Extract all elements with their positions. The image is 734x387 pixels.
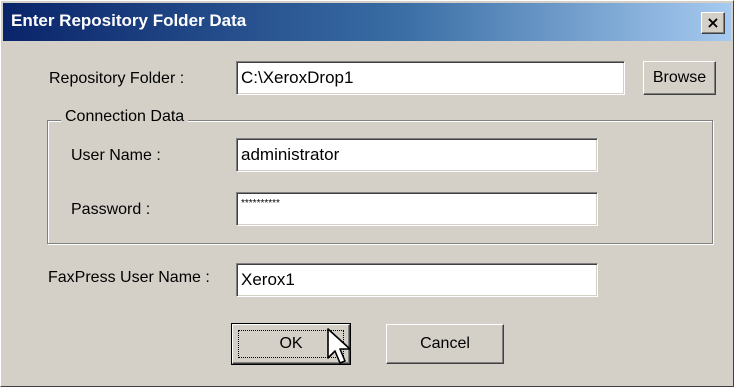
password-label: Password : [71,201,151,218]
faxpress-user-name-input[interactable]: Xerox1 [236,263,598,297]
browse-button-label: Browse [652,69,707,86]
faxpress-user-name-label: FaxPress User Name : [48,269,210,286]
repository-folder-input[interactable]: C:\XeroxDrop1 [236,61,625,95]
repository-folder-label: Repository Folder : [49,70,185,87]
ok-button-label: OK [279,335,303,352]
close-icon: × [706,13,720,32]
cancel-button[interactable]: Cancel [386,324,504,364]
repository-folder-dialog: Enter Repository Folder Data × Repositor… [0,0,734,387]
close-button[interactable]: × [701,12,725,34]
user-name-input[interactable]: administrator [236,138,598,172]
title-bar[interactable]: Enter Repository Folder Data × [3,3,731,41]
password-input[interactable]: ********** [236,192,598,226]
window-title: Enter Repository Folder Data [11,11,247,30]
cancel-button-label: Cancel [420,335,470,352]
mouse-pointer-icon [327,328,351,364]
browse-button[interactable]: Browse [643,61,716,95]
connection-data-group-label: Connection Data [61,108,189,126]
user-name-label: User Name : [71,147,161,164]
